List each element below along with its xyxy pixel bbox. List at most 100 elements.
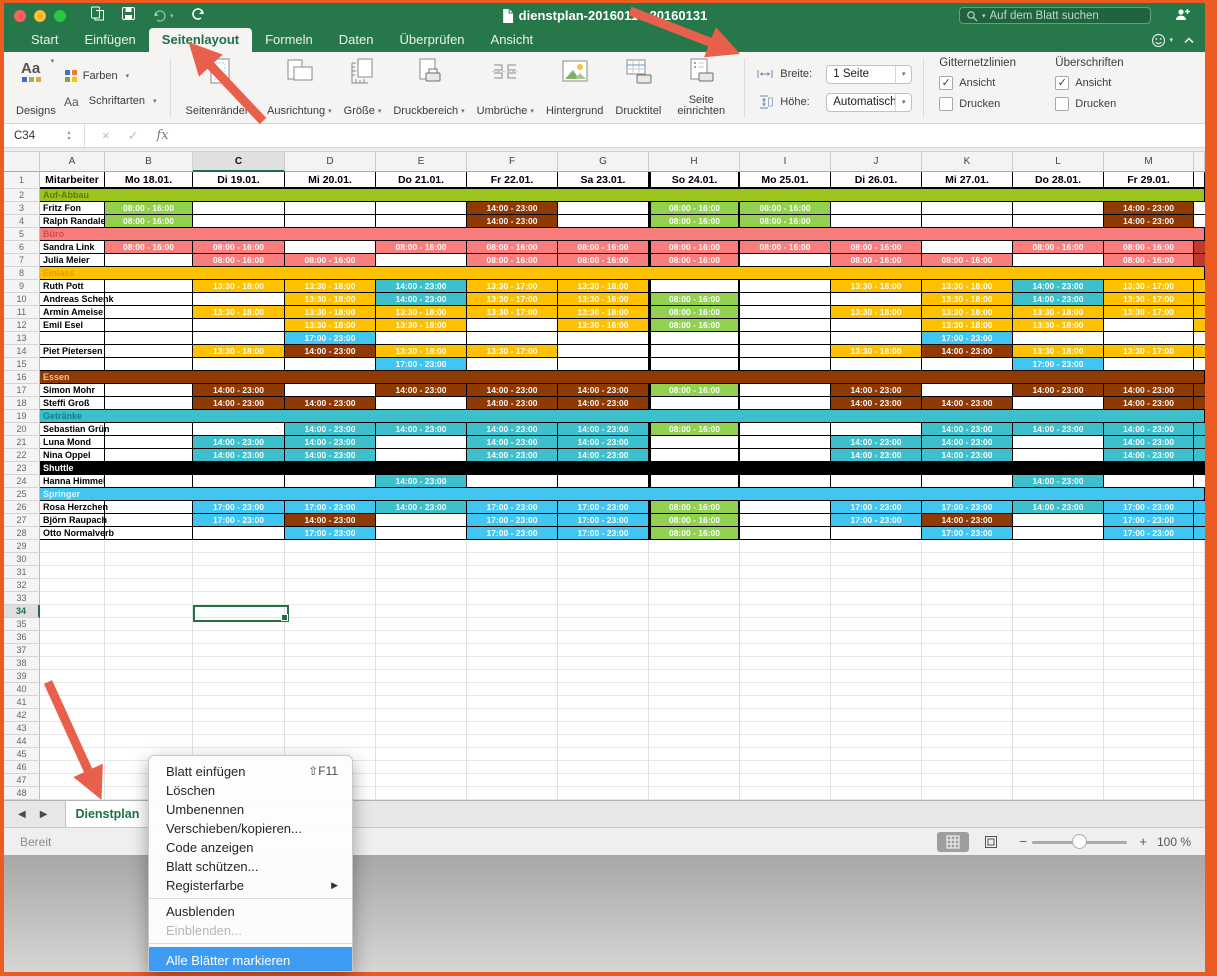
ribbon-tab-seitenlayout[interactable]: Seitenlayout	[149, 28, 252, 52]
empty-cell[interactable]	[558, 358, 649, 371]
empty-cell[interactable]	[1013, 787, 1104, 800]
category-band-25[interactable]: Springer	[40, 488, 1205, 501]
empty-cell[interactable]	[922, 358, 1013, 371]
empty-cell[interactable]	[831, 735, 922, 748]
employee-name[interactable]: Otto Normalverb	[40, 527, 105, 540]
shift-cell[interactable]: 14:00 - 23:00	[558, 449, 649, 462]
shift-cell[interactable]: 14:00 - 23:00	[467, 449, 558, 462]
empty-cell[interactable]	[831, 215, 922, 228]
employee-name[interactable]	[40, 358, 105, 371]
empty-cell[interactable]	[1013, 735, 1104, 748]
empty-cell[interactable]	[558, 553, 649, 566]
empty-cell[interactable]	[193, 319, 285, 332]
shift-cell[interactable]: 13:30 - 16:00	[558, 319, 649, 332]
row-number-32[interactable]: 32	[4, 579, 40, 592]
shift-cell[interactable]: 13:30 - 17:00	[467, 280, 558, 293]
empty-cell[interactable]	[40, 735, 105, 748]
employee-name[interactable]: Emil Esel	[40, 319, 105, 332]
empty-cell[interactable]	[558, 345, 649, 358]
empty-cell[interactable]	[831, 657, 922, 670]
empty-cell[interactable]	[649, 579, 740, 592]
empty-cell[interactable]	[740, 735, 831, 748]
empty-cell[interactable]	[1013, 449, 1104, 462]
column-header-A[interactable]: A	[40, 152, 105, 172]
theme-fonts-button[interactable]: Aa Schriftarten ▾	[64, 95, 157, 108]
ribbon-tab-überprüfen[interactable]: Überprüfen	[386, 28, 477, 52]
empty-cell[interactable]	[376, 332, 467, 345]
empty-cell[interactable]	[105, 514, 193, 527]
shift-cell[interactable]: 14:00 - 23:00	[831, 436, 922, 449]
empty-cell[interactable]	[558, 540, 649, 553]
empty-cell[interactable]	[922, 202, 1013, 215]
empty-cell[interactable]	[285, 384, 376, 397]
empty-cell[interactable]	[285, 579, 376, 592]
empty-cell[interactable]	[193, 215, 285, 228]
empty-cell[interactable]	[467, 592, 558, 605]
shift-cell[interactable]: 08:00 - 16:00	[649, 293, 740, 306]
empty-cell[interactable]	[285, 202, 376, 215]
employee-name[interactable]: Piet Pietersen	[40, 345, 105, 358]
shift-cell[interactable]: 08:00 - 16:00	[105, 241, 193, 254]
shift-cell[interactable]: 13:30 - 18:00	[558, 306, 649, 319]
empty-cell[interactable]	[831, 761, 922, 774]
empty-cell[interactable]	[105, 319, 193, 332]
empty-cell[interactable]	[193, 657, 285, 670]
menu-item-blatt-schützen-[interactable]: Blatt schützen...	[149, 857, 352, 876]
shift-cell[interactable]: 08:00 - 16:00	[467, 241, 558, 254]
shift-cell[interactable]: 08:00 - 16:00	[831, 254, 922, 267]
redo-button[interactable]	[190, 6, 206, 26]
empty-cell[interactable]	[285, 683, 376, 696]
empty-cell[interactable]	[740, 657, 831, 670]
row-number-26[interactable]: 26	[4, 501, 40, 514]
shift-cell[interactable]: 13:30 - 18:00	[376, 345, 467, 358]
shift-cell[interactable]: 14:00 - 23:00	[376, 293, 467, 306]
empty-cell[interactable]	[922, 683, 1013, 696]
empty-cell[interactable]	[558, 618, 649, 631]
empty-cell[interactable]	[649, 644, 740, 657]
empty-cell[interactable]	[740, 527, 831, 540]
search-input[interactable]: ▾ Auf dem Blatt suchen	[959, 7, 1151, 24]
shift-cell[interactable]: 13:30 - 17:00	[1104, 306, 1194, 319]
empty-cell[interactable]	[558, 332, 649, 345]
empty-cell[interactable]	[1104, 696, 1194, 709]
empty-cell[interactable]	[285, 358, 376, 371]
row-number-15[interactable]: 15	[4, 358, 40, 371]
empty-cell[interactable]	[558, 748, 649, 761]
empty-cell[interactable]	[558, 592, 649, 605]
shift-cell[interactable]: 17:00 - 23:00	[558, 501, 649, 514]
empty-cell[interactable]	[831, 358, 922, 371]
width-select[interactable]: 1 Seite ▾	[826, 65, 912, 84]
shift-cell[interactable]: 14:00 - 23:00	[922, 345, 1013, 358]
empty-cell[interactable]	[40, 709, 105, 722]
empty-cell[interactable]	[649, 670, 740, 683]
empty-cell[interactable]	[1104, 761, 1194, 774]
shift-cell[interactable]: 14:00 - 23:00	[1013, 293, 1104, 306]
empty-cell[interactable]	[193, 553, 285, 566]
empty-cell[interactable]	[1013, 397, 1104, 410]
row-number-2[interactable]: 2	[4, 189, 40, 202]
empty-cell[interactable]	[649, 358, 740, 371]
row-number-17[interactable]: 17	[4, 384, 40, 397]
ribbon-tab-ansicht[interactable]: Ansicht	[478, 28, 547, 52]
empty-cell[interactable]	[376, 761, 467, 774]
shift-cell[interactable]: 13:30 - 18:00	[285, 280, 376, 293]
empty-cell[interactable]	[740, 579, 831, 592]
empty-cell[interactable]	[376, 722, 467, 735]
empty-cell[interactable]	[922, 761, 1013, 774]
empty-cell[interactable]	[558, 644, 649, 657]
empty-cell[interactable]	[649, 761, 740, 774]
empty-cell[interactable]	[1104, 748, 1194, 761]
row-number-41[interactable]: 41	[4, 696, 40, 709]
shift-cell[interactable]: 14:00 - 23:00	[922, 514, 1013, 527]
empty-cell[interactable]	[376, 709, 467, 722]
empty-cell[interactable]	[922, 670, 1013, 683]
employee-name[interactable]: Ralph Randale	[40, 215, 105, 228]
row-number-9[interactable]: 9	[4, 280, 40, 293]
shift-cell[interactable]: 14:00 - 23:00	[376, 501, 467, 514]
empty-cell[interactable]	[649, 592, 740, 605]
shift-cell[interactable]: 14:00 - 23:00	[285, 449, 376, 462]
empty-cell[interactable]	[1104, 644, 1194, 657]
shift-cell[interactable]: 17:00 - 23:00	[922, 501, 1013, 514]
row-number-42[interactable]: 42	[4, 709, 40, 722]
shift-cell[interactable]: 13:30 - 18:00	[1013, 319, 1104, 332]
